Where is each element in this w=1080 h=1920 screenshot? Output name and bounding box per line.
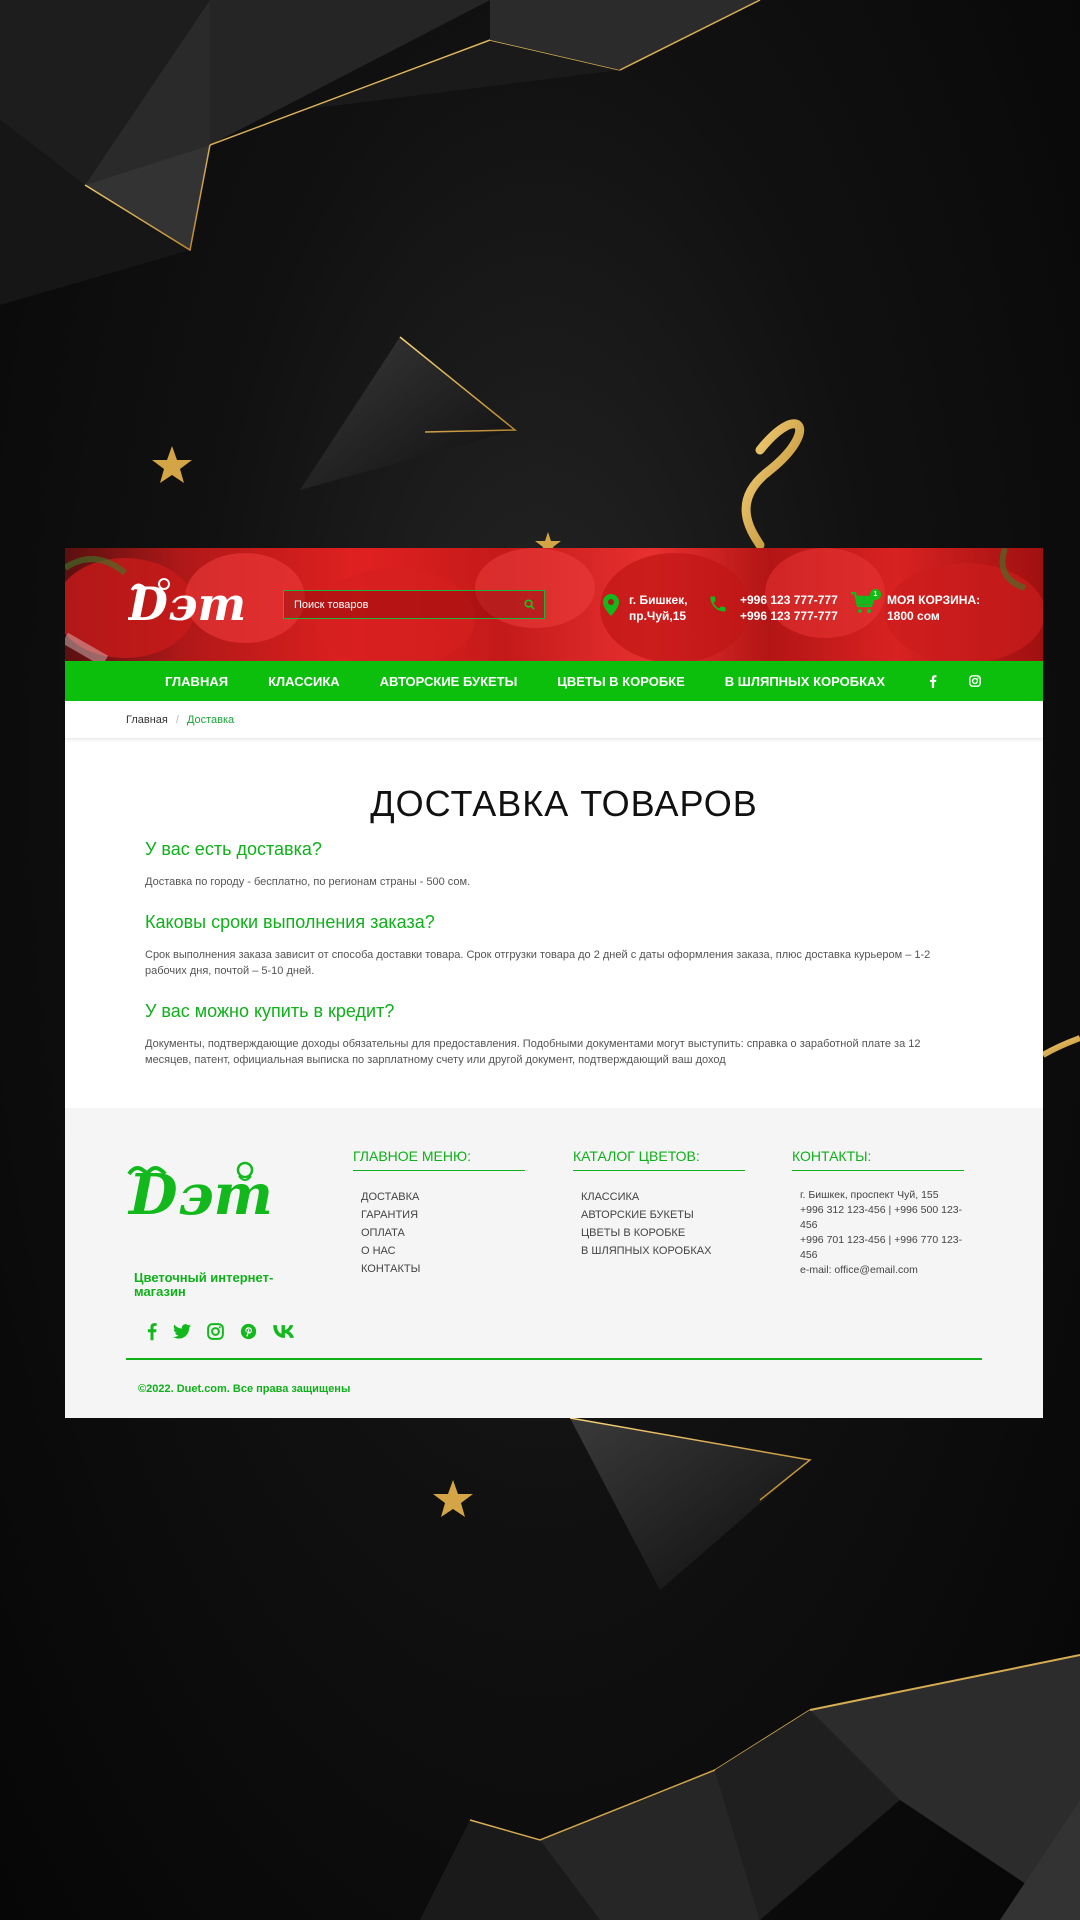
footer-link-about[interactable]: О НАС — [353, 1242, 525, 1260]
faq-question-terms: Каковы сроки выполнения заказа? — [145, 912, 435, 932]
cart-block[interactable]: 1 МОЯ КОРЗИНА: 1800 сом — [851, 589, 981, 624]
footer-contact-phones-1: +996 312 123-456 | +996 500 123-456 — [800, 1204, 963, 1231]
faq-answer-terms: Срок выполнения заказа зависит от способ… — [145, 949, 931, 977]
nav-item-home[interactable]: ГЛАВНАЯ — [165, 674, 228, 689]
breadcrumb-current: Доставка — [186, 713, 235, 726]
footer-contacts: КОНТАКТЫ: г. Бишкек, проспект Чуй, 155 +… — [792, 1148, 972, 1278]
instagram-icon[interactable] — [969, 675, 981, 687]
footer-main-menu-title: ГЛАВНОЕ МЕНЮ: — [353, 1148, 525, 1171]
facebook-icon[interactable] — [929, 674, 937, 688]
footer-catalog-classic[interactable]: КЛАССИКА — [573, 1188, 745, 1206]
search-bar — [283, 590, 545, 619]
faq-answer-credit: Документы, подтверждающие доходы обязате… — [145, 1038, 921, 1066]
footer-link-contacts[interactable]: КОНТАКТЫ — [353, 1260, 525, 1278]
footer-link-delivery[interactable]: ДОСТАВКА — [353, 1188, 525, 1206]
footer-contact-address: г. Бишкек, проспект Чуй, 155 — [800, 1189, 939, 1201]
phone-number-1[interactable]: +996 123 777-777 — [740, 592, 838, 608]
faq-question-delivery: У вас есть доставка? — [145, 839, 322, 859]
footer-catalog-author-bouquets[interactable]: АВТОРСКИЕ БУКЕТЫ — [573, 1206, 745, 1224]
site-header: Dэт г. Бишкек, пр.Чуй,15 — [65, 548, 1043, 661]
address-city: г. Бишкек, — [629, 593, 688, 607]
faq-answer-delivery: Доставка по городу - бесплатно, по регио… — [145, 876, 471, 888]
instagram-icon[interactable] — [207, 1323, 224, 1340]
footer-catalog-flowers-in-box[interactable]: ЦВЕТЫ В КОРОБКЕ — [573, 1224, 745, 1242]
footer-copyright: ©2022. Duet.com. Все права защищены — [138, 1383, 351, 1395]
nav-item-author-bouquets[interactable]: АВТОРСКИЕ БУКЕТЫ — [380, 674, 518, 689]
footer-link-payment[interactable]: ОПЛАТА — [353, 1224, 525, 1242]
nav-item-flowers-in-box[interactable]: ЦВЕТЫ В КОРОБКЕ — [557, 674, 684, 689]
breadcrumb: Главная / Доставка — [65, 701, 1043, 739]
footer-catalog-title: КАТАЛОГ ЦВЕТОВ: — [573, 1148, 745, 1171]
cart-count-badge: 1 — [870, 589, 881, 600]
address-street: пр.Чуй,15 — [629, 609, 687, 623]
breadcrumb-home-link[interactable]: Главная — [126, 714, 168, 726]
location-pin-icon — [603, 594, 619, 616]
vk-icon[interactable] — [273, 1325, 295, 1338]
footer-link-guarantee[interactable]: ГАРАНТИЯ — [353, 1206, 525, 1224]
page-title: ДОСТАВКА ТОВАРОВ — [370, 783, 758, 824]
website-frame: Dэт г. Бишкек, пр.Чуй,15 — [65, 548, 1043, 1418]
footer-contacts-title: КОНТАКТЫ: — [792, 1148, 964, 1171]
phone-number-2[interactable]: +996 123 777-777 — [740, 608, 838, 624]
footer-social-links — [147, 1322, 311, 1341]
cart-total: 1800 сом — [887, 609, 940, 623]
twitter-icon[interactable] — [173, 1324, 191, 1339]
footer-contact-phones-2: +996 701 123-456 | +996 770 123-456 — [800, 1234, 963, 1261]
nav-item-classic[interactable]: КЛАССИКА — [268, 674, 340, 689]
nav-item-hat-boxes[interactable]: В ШЛЯПНЫХ КОРОБКАХ — [725, 674, 885, 689]
facebook-icon[interactable] — [147, 1322, 157, 1341]
footer-catalog-hat-boxes[interactable]: В ШЛЯПНЫХ КОРОБКАХ — [573, 1242, 745, 1260]
footer-tagline: Цветочный интернет-магазин — [134, 1270, 274, 1299]
footer-contact-email[interactable]: e-mail: office@email.com — [792, 1263, 972, 1278]
search-icon — [523, 599, 535, 610]
footer-main-menu: ГЛАВНОЕ МЕНЮ: ДОСТАВКА ГАРАНТИЯ ОПЛАТА О… — [353, 1148, 525, 1278]
cart-label: МОЯ КОРЗИНА: — [887, 593, 981, 607]
breadcrumb-separator: / — [175, 713, 179, 726]
footer-catalog: КАТАЛОГ ЦВЕТОВ: КЛАССИКА АВТОРСКИЕ БУКЕТ… — [573, 1148, 745, 1260]
search-button[interactable] — [514, 591, 544, 618]
phone-icon — [710, 596, 726, 612]
footer-divider — [126, 1358, 982, 1360]
svg-text:Dэт: Dэт — [128, 577, 246, 631]
footer-logo[interactable]: Dэт — [127, 1156, 297, 1218]
main-navigation: ГЛАВНАЯ КЛАССИКА АВТОРСКИЕ БУКЕТЫ ЦВЕТЫ … — [65, 661, 1043, 701]
search-input[interactable] — [284, 591, 514, 618]
faq-question-credit: У вас можно купить в кредит? — [145, 1001, 395, 1021]
pinterest-icon[interactable] — [240, 1323, 257, 1340]
phone-block: +996 123 777-777 +996 123 777-777 — [708, 592, 838, 624]
address-block: г. Бишкек, пр.Чуй,15 — [603, 592, 688, 624]
main-content: ДОСТАВКА ТОВАРОВ У вас есть доставка? До… — [65, 739, 1043, 1108]
site-footer: Dэт Цветочный интернет-магазин ГЛАВНОЕ М — [65, 1108, 1043, 1418]
site-logo[interactable]: Dэт — [128, 572, 268, 632]
